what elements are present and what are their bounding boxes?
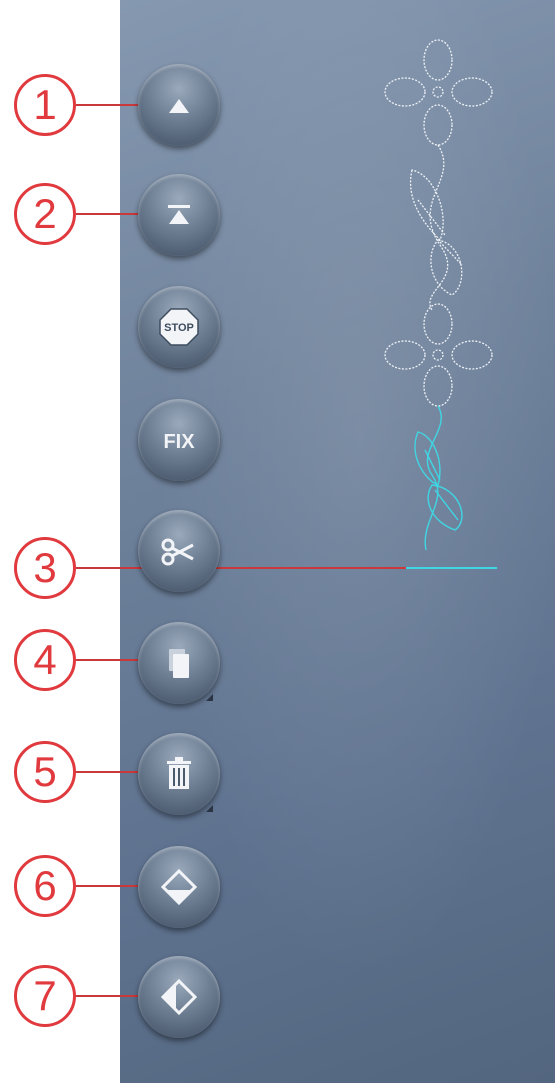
diamond-left-icon [160,978,198,1016]
callout-5: 5 [14,741,76,803]
duplicate-menu-indicator[interactable] [206,694,213,701]
fix-label: FIX [163,431,195,453]
stop-button[interactable]: STOP [138,286,220,368]
stop-icon: STOP [159,308,199,346]
callout-7: 7 [14,965,76,1027]
callout-1: 1 [14,74,76,136]
stop-label: STOP [164,322,194,334]
leader-line-3 [76,567,406,569]
trash-icon [167,757,191,789]
callout-2: 2 [14,183,76,245]
diamond-down-icon [160,868,198,906]
triangle-top-bar-icon [168,205,190,224]
embroidery-preview [384,39,493,550]
delete-menu-indicator[interactable] [206,805,213,812]
stitch-forward-button[interactable] [138,64,220,146]
duplicate-button[interactable] [138,622,220,704]
callout-4: 4 [14,629,76,691]
delete-button[interactable] [138,733,220,815]
fix-button[interactable]: FIX [138,399,220,481]
duplicate-icon [169,649,189,678]
callout-6: 6 [14,855,76,917]
fix-icon: FIX [163,431,195,453]
scissors-icon [161,538,194,566]
callout-3: 3 [14,537,76,599]
mirror-horizontal-button[interactable] [138,956,220,1038]
cut-thread-button[interactable] [138,510,220,592]
mirror-vertical-button[interactable] [138,846,220,928]
go-to-start-button[interactable] [138,174,220,256]
triangle-up-icon [169,99,189,113]
current-stitch-line [405,567,497,569]
